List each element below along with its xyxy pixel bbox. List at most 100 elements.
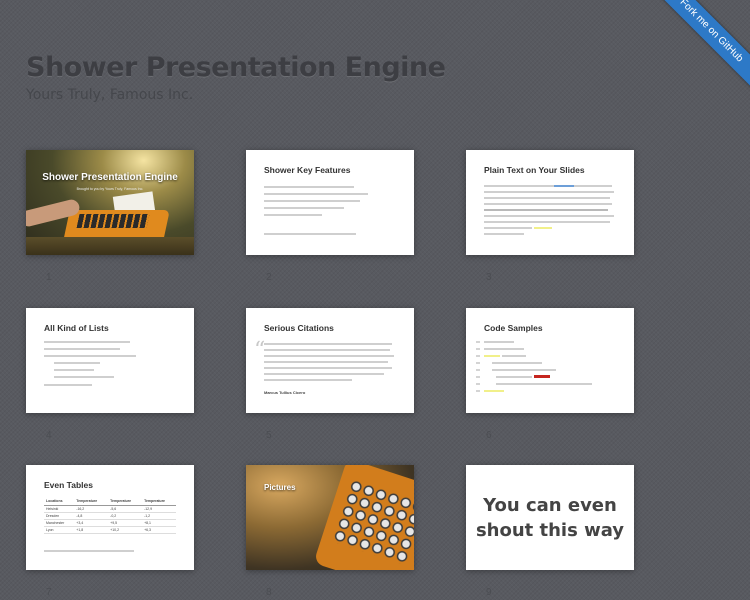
code-line	[502, 355, 526, 357]
code-line	[496, 383, 592, 385]
slide-number: 8	[266, 587, 272, 598]
code-line-number	[476, 390, 480, 392]
slide-2[interactable]: Shower Key Features	[246, 150, 414, 255]
code-error-mark	[534, 375, 550, 378]
table-cell: Manchester	[44, 519, 75, 527]
slide-number: 6	[486, 430, 492, 441]
list-item	[44, 384, 92, 386]
table-row: Manchester +3,4 +9,5 +8,1	[44, 519, 176, 527]
quote-author: Marcus Tullius Cicero	[264, 390, 306, 395]
slide-number: 7	[46, 587, 52, 598]
slide-4[interactable]: All Kind of Lists	[26, 308, 194, 413]
link-text	[554, 185, 574, 187]
fork-me-ribbon[interactable]: Fork me on GitHub	[643, 0, 750, 99]
text-line	[484, 185, 612, 187]
table-header-cell: Temperature	[108, 498, 143, 506]
code-line	[492, 369, 556, 371]
slide-9[interactable]: You can even shout this way	[466, 465, 634, 570]
code-line	[496, 376, 532, 378]
data-table: Locations Temperature Temperature Temper…	[44, 498, 176, 534]
code-highlight	[484, 355, 500, 357]
code-line-number	[476, 362, 480, 364]
table-caption	[44, 550, 134, 552]
text-line	[264, 186, 354, 188]
slide-title: Plain Text on Your Slides	[484, 165, 585, 175]
text-line	[484, 221, 610, 223]
table-row: Dresden -4,8 -0,2 -1,2	[44, 512, 176, 520]
code-line	[484, 341, 514, 343]
slide-5[interactable]: Serious Citations “ Marcus Tullius Cicer…	[246, 308, 414, 413]
slide-6[interactable]: Code Samples	[466, 308, 634, 413]
table-cell: Lyon	[44, 526, 75, 534]
slide-number: 2	[266, 272, 272, 283]
code-line-number	[476, 369, 480, 371]
text-line	[264, 214, 322, 216]
slide-title: Code Samples	[484, 323, 543, 333]
slide-thumbnail-7[interactable]: Even Tables Locations Temperature Temper…	[26, 465, 194, 598]
quote-line	[264, 367, 392, 369]
text-line	[264, 200, 360, 202]
table-cell: +3,4	[74, 519, 109, 527]
list-item	[44, 348, 120, 350]
slide-1[interactable]: Shower Presentation Engine Brought to yo…	[26, 150, 194, 255]
table-cell: -16,2	[74, 505, 109, 513]
slide-thumbnail-8[interactable]: Pictures 8	[246, 465, 414, 598]
slide-thumbnail-6[interactable]: Code Samples 6	[466, 308, 634, 441]
text-line	[484, 215, 614, 217]
code-line-number	[476, 376, 480, 378]
slide-3[interactable]: Plain Text on Your Slides	[466, 150, 634, 255]
table-cell: +9,5	[108, 519, 143, 527]
table-image	[26, 237, 194, 255]
code-line-number	[476, 355, 480, 357]
table-cell: +10,2	[108, 526, 143, 534]
code-line-number	[476, 348, 480, 350]
text-line	[264, 193, 368, 195]
slide-thumbnail-4[interactable]: All Kind of Lists 4	[26, 308, 194, 441]
text-line	[484, 233, 524, 235]
quote-line	[264, 373, 384, 375]
slide-thumbnail-5[interactable]: Serious Citations “ Marcus Tullius Cicer…	[246, 308, 414, 441]
table-row: Helsinki -16,2 -5,6 -12,9	[44, 505, 176, 513]
slide-number: 9	[486, 587, 492, 598]
slide-7[interactable]: Even Tables Locations Temperature Temper…	[26, 465, 194, 570]
text-line	[264, 233, 356, 235]
table-header-cell: Temperature	[142, 498, 176, 506]
table-cell: -4,8	[74, 512, 109, 520]
slide-number: 3	[486, 272, 492, 283]
slide-title: Pictures	[264, 483, 296, 492]
table-header-cell: Locations	[44, 498, 75, 506]
table-cell: -1,2	[142, 512, 176, 520]
slide-title: Even Tables	[44, 480, 93, 490]
slide-thumbnail-9[interactable]: You can even shout this way 9	[466, 465, 634, 598]
list-item	[54, 376, 114, 378]
slide-title: Shower Key Features	[264, 165, 351, 175]
quote-line	[264, 343, 392, 345]
page-header: Shower Presentation Engine Yours Truly, …	[26, 52, 446, 103]
code-line-number	[476, 383, 480, 385]
list-item	[54, 369, 94, 371]
table-header-cell: Temperature	[74, 498, 109, 506]
slide-title: Serious Citations	[264, 323, 334, 333]
page-subtitle: Yours Truly, Famous Inc.	[26, 87, 194, 103]
text-line	[484, 209, 608, 211]
slide-number: 5	[266, 430, 272, 441]
typewriter-keys	[76, 214, 150, 228]
quote-line	[264, 355, 394, 357]
page-title: Shower Presentation Engine	[26, 52, 446, 83]
slide-thumbnail-2[interactable]: Shower Key Features 2	[246, 150, 414, 283]
table-cell: Helsinki	[44, 505, 75, 513]
code-line	[484, 348, 524, 350]
table-cell: -12,9	[142, 505, 176, 513]
table-cell: Dresden	[44, 512, 75, 520]
list-item	[54, 362, 100, 364]
highlighted-text	[534, 227, 552, 229]
shout-text: You can even shout this way	[475, 494, 625, 541]
slide-number: 1	[46, 272, 52, 283]
slide-8[interactable]: Pictures	[246, 465, 414, 570]
table-cell: -5,6	[108, 505, 143, 513]
code-line	[492, 362, 542, 364]
slide-thumbnail-1[interactable]: Shower Presentation Engine Brought to yo…	[26, 150, 194, 283]
table-header-row: Locations Temperature Temperature Temper…	[44, 498, 176, 506]
slide-thumbnail-3[interactable]: Plain Text on Your Slides 3	[466, 150, 634, 283]
table-row: Lyon +1,8 +10,2 +6,3	[44, 526, 176, 534]
